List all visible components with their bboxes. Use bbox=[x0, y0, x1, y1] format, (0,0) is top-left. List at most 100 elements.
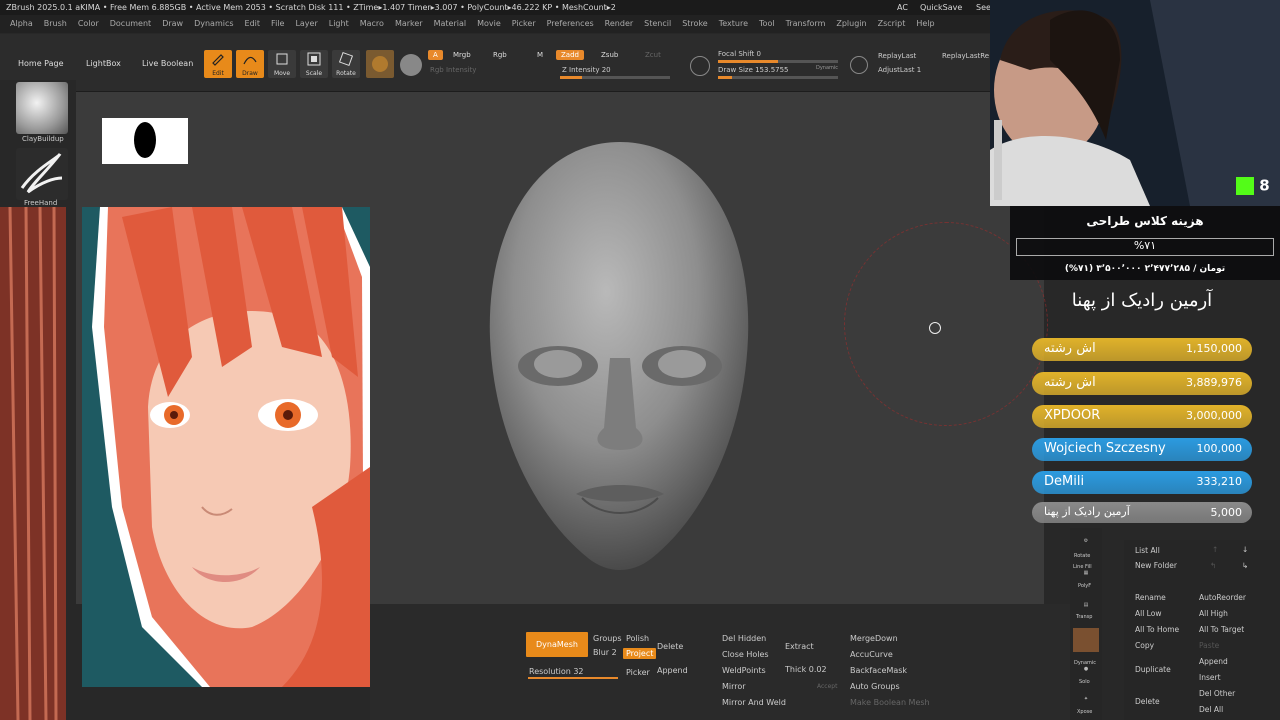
replay-last-rel-button[interactable]: ReplayLastRe bbox=[942, 52, 989, 60]
quicksave-button[interactable]: QuickSave bbox=[920, 0, 962, 15]
lightbox-button[interactable]: LightBox bbox=[86, 59, 121, 68]
mrgb-button[interactable]: Mrgb bbox=[448, 50, 476, 60]
blur-slider[interactable]: Blur 2 bbox=[593, 648, 617, 657]
menu-preferences[interactable]: Preferences bbox=[547, 19, 594, 28]
clay-buildup-brush-thumb[interactable] bbox=[16, 82, 68, 134]
menu-help[interactable]: Help bbox=[916, 19, 934, 28]
draw-size-track[interactable] bbox=[718, 76, 838, 79]
picker-button[interactable]: Picker bbox=[626, 668, 650, 677]
zcut-button[interactable]: Zcut bbox=[640, 50, 666, 60]
auto-groups-button[interactable]: Auto Groups bbox=[850, 682, 900, 691]
menu-document[interactable]: Document bbox=[110, 19, 151, 28]
z-intensity-slider[interactable]: Z Intensity 20 bbox=[562, 66, 611, 74]
menu-macro[interactable]: Macro bbox=[360, 19, 384, 28]
scale-button[interactable]: Scale bbox=[300, 50, 328, 78]
backface-mask-toggle[interactable]: BackfaceMask bbox=[850, 666, 907, 675]
new-folder-button[interactable]: New Folder bbox=[1135, 561, 1177, 570]
extract-button[interactable]: Extract bbox=[785, 642, 814, 651]
focal-shift-track[interactable] bbox=[718, 60, 838, 63]
all-high-button[interactable]: All High bbox=[1199, 609, 1228, 618]
close-holes-button[interactable]: Close Holes bbox=[722, 650, 769, 659]
all-to-target-button[interactable]: All To Target bbox=[1199, 625, 1244, 634]
project-toggle[interactable]: Project bbox=[623, 648, 657, 659]
rgb-intensity-slider[interactable]: Rgb Intensity bbox=[430, 66, 476, 74]
make-boolean-mesh-button[interactable]: Make Boolean Mesh bbox=[850, 698, 930, 707]
menu-stroke[interactable]: Stroke bbox=[682, 19, 708, 28]
draw-button[interactable]: Draw bbox=[236, 50, 264, 78]
menu-dynamics[interactable]: Dynamics bbox=[194, 19, 233, 28]
mirror-button[interactable]: Mirror bbox=[722, 682, 746, 691]
a-toggle[interactable]: A bbox=[428, 50, 443, 60]
menu-file[interactable]: File bbox=[271, 19, 284, 28]
adjust-last-slider[interactable]: AdjustLast 1 bbox=[878, 66, 921, 74]
resolution-slider[interactable]: Resolution 32 bbox=[529, 667, 584, 676]
draw-size-slider[interactable]: Draw Size 153.5755 bbox=[718, 66, 789, 74]
color-swatch-icon[interactable] bbox=[400, 54, 422, 76]
append-subtool-button[interactable]: Append bbox=[1199, 657, 1228, 666]
rgb-button[interactable]: Rgb bbox=[488, 50, 512, 60]
menu-stencil[interactable]: Stencil bbox=[644, 19, 671, 28]
accept-button[interactable]: Accept bbox=[817, 683, 837, 690]
rename-button[interactable]: Rename bbox=[1135, 593, 1166, 602]
zadd-button[interactable]: Zadd bbox=[556, 50, 584, 60]
menu-picker[interactable]: Picker bbox=[512, 19, 536, 28]
menu-color[interactable]: Color bbox=[78, 19, 99, 28]
delete-subtool-button[interactable]: Delete bbox=[1135, 697, 1160, 706]
undo-arrow-icon[interactable]: ↰ bbox=[1210, 561, 1216, 570]
menu-edit[interactable]: Edit bbox=[245, 19, 261, 28]
copy-button[interactable]: Copy bbox=[1135, 641, 1154, 650]
mirror-and-weld-button[interactable]: Mirror And Weld bbox=[722, 698, 786, 707]
menu-light[interactable]: Light bbox=[329, 19, 349, 28]
freehand-stroke-thumb[interactable] bbox=[16, 148, 68, 200]
del-other-button[interactable]: Del Other bbox=[1199, 689, 1235, 698]
del-hidden-button[interactable]: Del Hidden bbox=[722, 634, 766, 643]
menu-zscript[interactable]: Zscript bbox=[878, 19, 906, 28]
thick-slider[interactable]: Thick 0.02 bbox=[785, 665, 827, 674]
auto-reorder-button[interactable]: AutoReorder bbox=[1199, 593, 1246, 602]
menu-material[interactable]: Material bbox=[434, 19, 467, 28]
home-page-button[interactable]: Home Page bbox=[18, 59, 64, 68]
lazy-mouse-icon[interactable] bbox=[850, 56, 868, 74]
all-to-home-button[interactable]: All To Home bbox=[1135, 625, 1179, 634]
duplicate-button[interactable]: Duplicate bbox=[1135, 665, 1171, 674]
zsub-button[interactable]: Zsub bbox=[596, 50, 623, 60]
menu-tool[interactable]: Tool bbox=[759, 19, 775, 28]
rotate-tray-icon[interactable]: ⚙ bbox=[1076, 538, 1096, 552]
all-low-button[interactable]: All Low bbox=[1135, 609, 1161, 618]
weld-points-button[interactable]: WeldPoints bbox=[722, 666, 766, 675]
redo-arrow-icon[interactable]: ↳ bbox=[1242, 561, 1248, 570]
append-button[interactable]: Append bbox=[657, 666, 688, 675]
accu-curve-toggle[interactable]: AccuCurve bbox=[850, 650, 893, 659]
polish-toggle[interactable]: Polish bbox=[626, 634, 649, 643]
focal-shift-slider[interactable]: Focal Shift 0 bbox=[718, 50, 761, 58]
head-sculpt-model[interactable] bbox=[472, 138, 768, 582]
material-swatch[interactable] bbox=[366, 50, 394, 78]
replay-last-button[interactable]: ReplayLast bbox=[878, 52, 916, 60]
merge-down-button[interactable]: MergeDown bbox=[850, 634, 898, 643]
menu-marker[interactable]: Marker bbox=[395, 19, 423, 28]
paste-button[interactable]: Paste bbox=[1199, 641, 1219, 650]
menu-alpha[interactable]: Alpha bbox=[10, 19, 33, 28]
delete-button[interactable]: Delete bbox=[657, 642, 683, 651]
menu-draw[interactable]: Draw bbox=[162, 19, 183, 28]
menu-transform[interactable]: Transform bbox=[786, 19, 826, 28]
ghost-toggle-icon[interactable] bbox=[1073, 628, 1099, 652]
polyf-grid-icon[interactable]: ▦ bbox=[1076, 570, 1096, 584]
ac-label[interactable]: AC bbox=[897, 0, 908, 15]
del-all-button[interactable]: Del All bbox=[1199, 705, 1223, 714]
menu-movie[interactable]: Movie bbox=[477, 19, 501, 28]
move-button[interactable]: Move bbox=[268, 50, 296, 78]
dynamic-toggle[interactable]: Dynamic bbox=[816, 65, 838, 71]
rotate-button[interactable]: Rotate bbox=[332, 50, 360, 78]
alpha-preview[interactable] bbox=[102, 118, 188, 164]
xpose-icon[interactable]: ✦ bbox=[1076, 696, 1096, 710]
live-boolean-button[interactable]: Live Boolean bbox=[142, 59, 193, 68]
move-up-icon[interactable]: ↑ bbox=[1212, 545, 1218, 554]
spotlight-icon[interactable] bbox=[690, 56, 710, 76]
menu-render[interactable]: Render bbox=[605, 19, 633, 28]
menu-layer[interactable]: Layer bbox=[295, 19, 317, 28]
move-down-icon[interactable]: ↓ bbox=[1242, 545, 1248, 554]
menu-zplugin[interactable]: Zplugin bbox=[836, 19, 866, 28]
resolution-track[interactable] bbox=[528, 677, 618, 679]
menu-brush[interactable]: Brush bbox=[44, 19, 67, 28]
